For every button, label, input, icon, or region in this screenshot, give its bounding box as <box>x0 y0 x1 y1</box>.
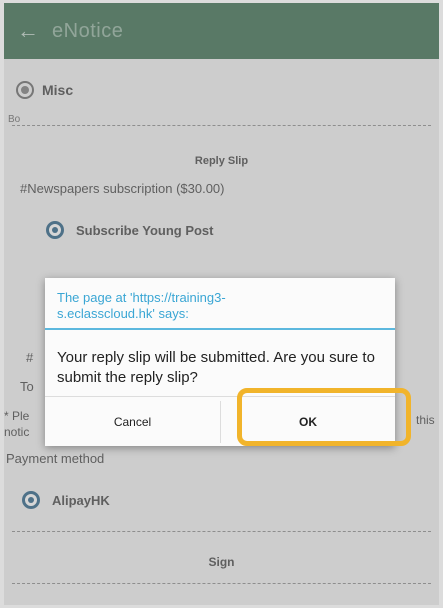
ok-highlight-annotation <box>237 388 411 446</box>
dialog-title-divider <box>45 328 395 330</box>
cancel-button[interactable]: Cancel <box>45 397 220 447</box>
dialog-title: The page at 'https://training3-s.eclassc… <box>57 290 226 321</box>
phone-screen: ← eNotice Misc Bo Reply Slip #Newspapers… <box>4 3 439 605</box>
dialog-message: Your reply slip will be submitted. Are y… <box>57 349 375 386</box>
